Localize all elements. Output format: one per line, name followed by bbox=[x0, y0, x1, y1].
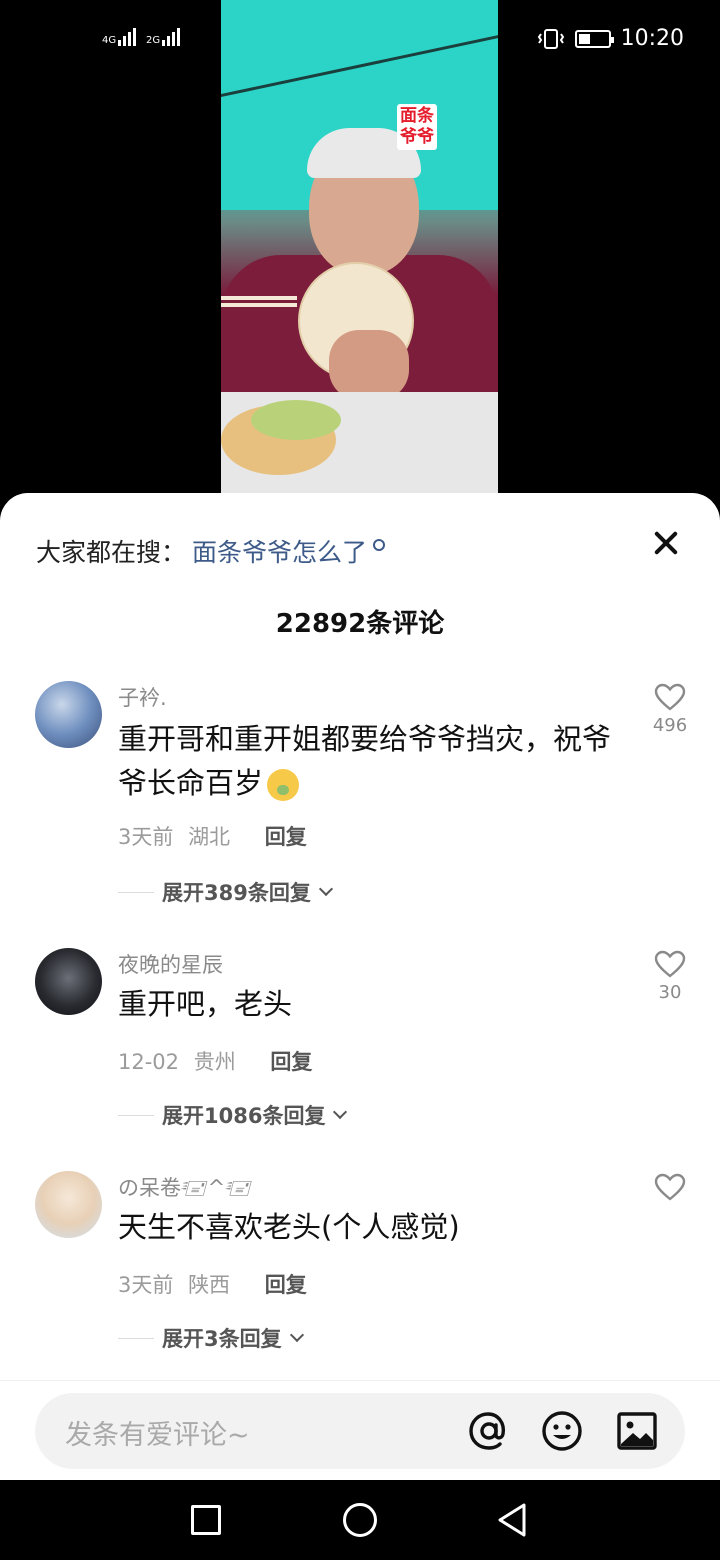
comment-location: 陕西 bbox=[188, 1273, 231, 1297]
praying-emoji-icon bbox=[267, 769, 300, 801]
comment-time: 3天前 bbox=[118, 825, 174, 849]
comment-meta: 3天前 陕西 回复 bbox=[118, 1269, 307, 1299]
comment-meta: 12-02 贵州 回复 bbox=[118, 1046, 312, 1076]
expand-replies-button[interactable]: 展开389条回复 bbox=[118, 877, 333, 907]
avatar[interactable] bbox=[35, 1171, 102, 1238]
sim1-network-label: 4G bbox=[102, 35, 117, 46]
comment-input-placeholder: 发条有爱评论~ bbox=[65, 1420, 250, 1451]
avatar[interactable] bbox=[35, 948, 102, 1015]
heart-icon bbox=[654, 1173, 686, 1201]
comment-meta: 3天前 湖北 回复 bbox=[118, 821, 307, 851]
comment-sheet: 大家都在搜： 面条爷爷怎么了 22892条评论 子衿. 重开哥和重开姐都要给爷爷… bbox=[0, 493, 720, 1480]
search-suggestion[interactable]: 大家都在搜： 面条爷爷怎么了 bbox=[36, 533, 386, 569]
chevron-down-icon bbox=[318, 881, 333, 897]
back-icon[interactable] bbox=[496, 1502, 528, 1538]
clock: 10:20 bbox=[620, 26, 684, 51]
like-button[interactable] bbox=[650, 1173, 690, 1205]
avatar[interactable] bbox=[35, 681, 102, 748]
chevron-down-icon bbox=[289, 1327, 304, 1343]
comment-time: 3天前 bbox=[118, 1273, 174, 1297]
battery-icon bbox=[574, 29, 614, 48]
system-nav-bar bbox=[0, 1480, 720, 1560]
comment-input[interactable]: 发条有爱评论~ bbox=[35, 1393, 685, 1469]
emoji-icon[interactable] bbox=[540, 1409, 584, 1453]
comment-input-bar: 发条有爱评论~ bbox=[0, 1380, 720, 1480]
recents-icon[interactable] bbox=[191, 1505, 221, 1535]
comment-username[interactable]: 夜晚的星辰 bbox=[118, 949, 223, 979]
heart-icon bbox=[654, 683, 686, 711]
search-suggestion-link[interactable]: 面条爷爷怎么了 bbox=[192, 533, 367, 569]
video-overlay-title: 面条 爷爷 bbox=[397, 104, 437, 150]
comment-username[interactable]: の呆卷🖅^🖅 bbox=[118, 1172, 252, 1209]
at-icon[interactable] bbox=[467, 1409, 511, 1453]
comment-text: 重开哥和重开姐都要给爷爷挡灾，祝爷爷长命百岁 bbox=[118, 722, 612, 801]
comment-text: 天生不喜欢老头(个人感觉) bbox=[118, 1210, 460, 1244]
expand-replies-label: 展开389条回复 bbox=[162, 881, 311, 905]
expand-replies-button[interactable]: 展开3条回复 bbox=[118, 1323, 304, 1353]
heart-icon bbox=[654, 950, 686, 978]
sim1-signal-icon: 4G bbox=[102, 28, 137, 46]
comment-text: 重开吧，老头 bbox=[118, 987, 293, 1021]
search-icon bbox=[373, 539, 386, 551]
reply-button[interactable]: 回复 bbox=[265, 825, 307, 849]
comment-location: 贵州 bbox=[193, 1050, 236, 1074]
home-icon[interactable] bbox=[343, 1503, 377, 1537]
like-count: 30 bbox=[658, 982, 682, 1003]
expand-replies-button[interactable]: 展开1086条回复 bbox=[118, 1100, 348, 1130]
expand-replies-label: 展开1086条回复 bbox=[162, 1104, 326, 1128]
chevron-down-icon bbox=[333, 1104, 348, 1120]
comment-time: 12-02 bbox=[118, 1050, 180, 1074]
reply-button[interactable]: 回复 bbox=[270, 1050, 312, 1074]
expand-replies-label: 展开3条回复 bbox=[162, 1327, 282, 1351]
reply-button[interactable]: 回复 bbox=[265, 1273, 307, 1297]
like-count: 496 bbox=[652, 715, 688, 736]
vibrate-icon bbox=[537, 28, 564, 49]
image-icon[interactable] bbox=[615, 1409, 659, 1453]
comment-location: 湖北 bbox=[188, 825, 231, 849]
like-button[interactable]: 496 bbox=[650, 683, 690, 736]
close-button[interactable] bbox=[652, 529, 680, 557]
search-prefix: 大家都在搜： bbox=[36, 538, 187, 567]
comment-username[interactable]: 子衿. bbox=[118, 682, 167, 712]
comment-count: 22892条评论 bbox=[275, 609, 445, 639]
video-player[interactable]: 面条 爷爷 bbox=[221, 0, 498, 493]
like-button[interactable]: 30 bbox=[650, 950, 690, 1003]
sim2-signal-icon: 2G bbox=[146, 28, 181, 46]
sim2-network-label: 2G bbox=[146, 35, 161, 46]
